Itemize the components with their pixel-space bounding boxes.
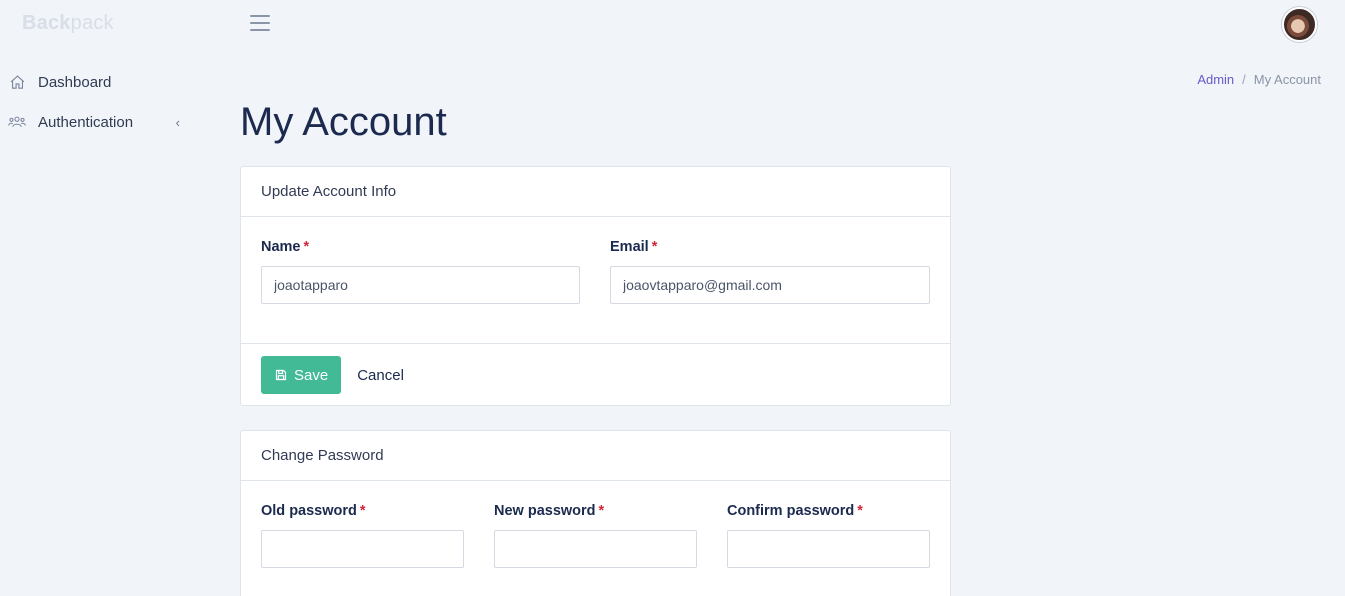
card-body: Old password * New password * Confirm pass… <box>241 481 950 568</box>
sidebar-item-dashboard[interactable]: Dashboard <box>0 62 200 102</box>
breadcrumb-current: My Account <box>1253 72 1321 87</box>
card-footer: Save Cancel <box>241 343 950 406</box>
new-password-field-group: New password * <box>494 503 697 568</box>
users-icon <box>8 113 26 131</box>
email-field-group: Email * <box>610 239 930 304</box>
old-password-label: Old password * <box>261 503 366 519</box>
menu-toggle-icon[interactable] <box>250 15 270 31</box>
change-password-card: Change Password Old password * New passwo… <box>240 430 951 596</box>
brand-light: pack <box>70 12 114 34</box>
email-input[interactable] <box>610 266 930 304</box>
chevron-left-icon: ‹ <box>175 114 180 130</box>
old-password-field-group: Old password * <box>261 503 464 568</box>
old-password-input[interactable] <box>261 530 464 568</box>
required-mark: * <box>359 503 366 519</box>
new-password-label: New password * <box>494 503 605 519</box>
cancel-button[interactable]: Cancel <box>357 367 404 384</box>
required-mark: * <box>857 503 863 519</box>
name-label: Name * <box>261 239 310 255</box>
confirm-password-label: Confirm password * <box>727 503 863 519</box>
save-button[interactable]: Save <box>261 356 342 394</box>
sidebar: Dashboard Authentication ‹ <box>0 62 200 142</box>
card-body: Name* Email* <box>241 217 950 304</box>
email-label: Email * <box>610 239 658 255</box>
sidebar-item-label: Authentication <box>38 113 134 131</box>
brand-logo[interactable]: Backpack <box>22 12 114 35</box>
breadcrumb-admin-link[interactable]: Admin <box>1197 72 1234 87</box>
name-field-group: Name * <box>261 239 580 304</box>
card-header: Change Password <box>241 431 950 481</box>
breadcrumb: Admin / My Account <box>1197 72 1321 87</box>
name-input[interactable] <box>261 266 580 304</box>
required-mark: * <box>598 503 605 519</box>
required-mark: * <box>303 239 310 255</box>
required-mark: * <box>651 239 658 255</box>
breadcrumb-separator: / <box>1242 72 1246 87</box>
user-avatar[interactable] <box>1282 7 1317 42</box>
confirm-password-field-group: Confirm password * <box>727 503 930 568</box>
confirm-password-input[interactable] <box>727 530 930 568</box>
account-info-card: Update Account Info Name* Email* Save Ca… <box>240 166 951 406</box>
page-title: My Account <box>240 100 447 144</box>
save-icon <box>275 369 287 381</box>
home-icon <box>8 73 26 91</box>
brand-bold: Back <box>22 12 71 34</box>
sidebar-item-label: Dashboard <box>38 73 112 91</box>
card-header: Update Account Info <box>241 167 950 217</box>
sidebar-item-authentication[interactable]: Authentication ‹ <box>0 102 200 142</box>
new-password-input[interactable] <box>494 530 697 568</box>
save-label: Save <box>294 366 329 384</box>
